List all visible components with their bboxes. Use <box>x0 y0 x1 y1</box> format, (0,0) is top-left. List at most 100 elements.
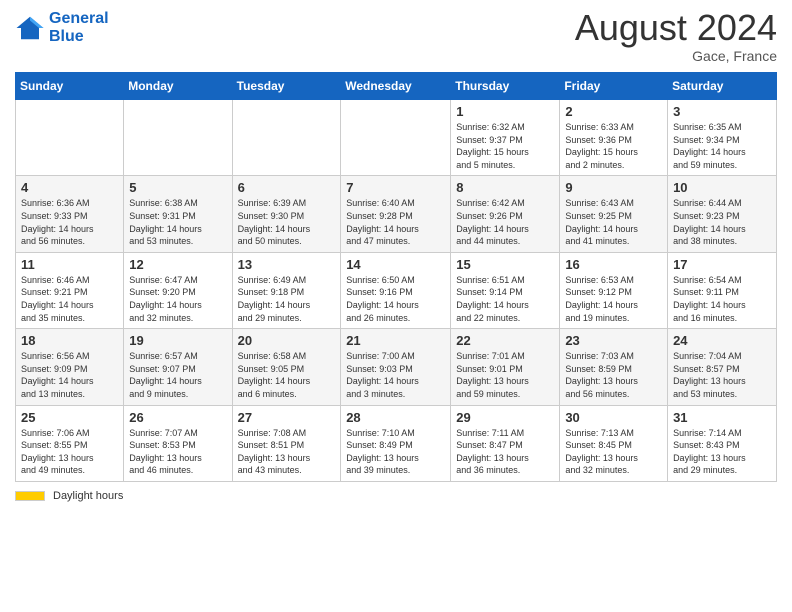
calendar-cell: 11 Sunrise: 6:46 AM Sunset: 9:21 PM Dayli… <box>16 252 124 328</box>
day-info: Sunrise: 6:40 AM Sunset: 9:28 PM Dayligh… <box>346 197 445 247</box>
calendar-cell: 19 Sunrise: 6:57 AM Sunset: 9:07 PM Dayli… <box>124 329 232 405</box>
day-number: 22 <box>456 333 554 348</box>
day-info: Sunrise: 7:14 AM Sunset: 8:43 PM Dayligh… <box>673 427 771 477</box>
day-number: 2 <box>565 104 662 119</box>
calendar-cell: 14Sunrise: 6:50 AM Sunset: 9:16 PM Dayli… <box>341 252 451 328</box>
day-info: Sunrise: 6:38 AM Sunset: 9:31 PM Dayligh… <box>129 197 226 247</box>
calendar-cell: 17 Sunrise: 6:54 AM Sunset: 9:11 PM Dayli… <box>668 252 777 328</box>
calendar-cell: 3Sunrise: 6:35 AM Sunset: 9:34 PM Daylig… <box>668 100 777 176</box>
day-info: Sunrise: 7:10 AM Sunset: 8:49 PM Dayligh… <box>346 427 445 477</box>
day-info: Sunrise: 6:36 AM Sunset: 9:33 PM Dayligh… <box>21 197 118 247</box>
day-number: 16 <box>565 257 662 272</box>
calendar-table: SundayMondayTuesdayWednesdayThursdayFrid… <box>15 72 777 482</box>
day-info: Sunrise: 7:11 AM Sunset: 8:47 PM Dayligh… <box>456 427 554 477</box>
day-info: Sunrise: 6:39 AM Sunset: 9:30 PM Dayligh… <box>238 197 336 247</box>
day-number: 5 <box>129 180 226 195</box>
day-info: Sunrise: 6:57 AM Sunset: 9:07 PM Dayligh… <box>129 350 226 400</box>
weekday-header-row: SundayMondayTuesdayWednesdayThursdayFrid… <box>16 73 777 100</box>
day-info: Sunrise: 7:03 AM Sunset: 8:59 PM Dayligh… <box>565 350 662 400</box>
day-info: Sunrise: 6:51 AM Sunset: 9:14 PM Dayligh… <box>456 274 554 324</box>
day-number: 29 <box>456 410 554 425</box>
day-info: Sunrise: 6:54 AM Sunset: 9:11 PM Dayligh… <box>673 274 771 324</box>
day-info: Sunrise: 7:06 AM Sunset: 8:55 PM Dayligh… <box>21 427 118 477</box>
week-row-5: 25 Sunrise: 7:06 AM Sunset: 8:55 PM Dayli… <box>16 405 777 481</box>
day-number: 6 <box>238 180 336 195</box>
month-year: August 2024 <box>575 10 777 46</box>
calendar-cell: 23 Sunrise: 7:03 AM Sunset: 8:59 PM Dayli… <box>560 329 668 405</box>
day-info: Sunrise: 6:43 AM Sunset: 9:25 PM Dayligh… <box>565 197 662 247</box>
calendar-cell: 27Sunrise: 7:08 AM Sunset: 8:51 PM Dayli… <box>232 405 341 481</box>
day-number: 9 <box>565 180 662 195</box>
logo-line2: Blue <box>49 28 84 45</box>
day-info: Sunrise: 6:50 AM Sunset: 9:16 PM Dayligh… <box>346 274 445 324</box>
day-number: 18 <box>21 333 118 348</box>
day-number: 23 <box>565 333 662 348</box>
calendar-cell: 16 Sunrise: 6:53 AM Sunset: 9:12 PM Dayli… <box>560 252 668 328</box>
calendar-cell: 2 Sunrise: 6:33 AM Sunset: 9:36 PM Daylig… <box>560 100 668 176</box>
week-row-3: 11 Sunrise: 6:46 AM Sunset: 9:21 PM Dayli… <box>16 252 777 328</box>
day-info: Sunrise: 7:00 AM Sunset: 9:03 PM Dayligh… <box>346 350 445 400</box>
day-number: 7 <box>346 180 445 195</box>
calendar-cell: 28Sunrise: 7:10 AM Sunset: 8:49 PM Dayli… <box>341 405 451 481</box>
day-number: 17 <box>673 257 771 272</box>
day-number: 19 <box>129 333 226 348</box>
week-row-1: 1 Sunrise: 6:32 AM Sunset: 9:37 PM Daylig… <box>16 100 777 176</box>
header: General Blue August 2024 Gace, France <box>15 10 777 64</box>
weekday-header-thursday: Thursday <box>451 73 560 100</box>
calendar-cell: 12Sunrise: 6:47 AM Sunset: 9:20 PM Dayli… <box>124 252 232 328</box>
calendar-cell: 26Sunrise: 7:07 AM Sunset: 8:53 PM Dayli… <box>124 405 232 481</box>
title-block: August 2024 Gace, France <box>575 10 777 64</box>
day-number: 20 <box>238 333 336 348</box>
page: General Blue August 2024 Gace, France Su… <box>0 0 792 612</box>
calendar-cell: 9 Sunrise: 6:43 AM Sunset: 9:25 PM Daylig… <box>560 176 668 252</box>
day-info: Sunrise: 6:46 AM Sunset: 9:21 PM Dayligh… <box>21 274 118 324</box>
calendar-cell: 18Sunrise: 6:56 AM Sunset: 9:09 PM Dayli… <box>16 329 124 405</box>
day-number: 24 <box>673 333 771 348</box>
weekday-header-sunday: Sunday <box>16 73 124 100</box>
calendar-cell: 13 Sunrise: 6:49 AM Sunset: 9:18 PM Dayli… <box>232 252 341 328</box>
daylight-bar-icon <box>15 491 45 501</box>
calendar-cell <box>124 100 232 176</box>
calendar-cell: 1 Sunrise: 6:32 AM Sunset: 9:37 PM Daylig… <box>451 100 560 176</box>
calendar-cell: 6 Sunrise: 6:39 AM Sunset: 9:30 PM Daylig… <box>232 176 341 252</box>
calendar-cell: 10Sunrise: 6:44 AM Sunset: 9:23 PM Dayli… <box>668 176 777 252</box>
day-info: Sunrise: 7:04 AM Sunset: 8:57 PM Dayligh… <box>673 350 771 400</box>
weekday-header-wednesday: Wednesday <box>341 73 451 100</box>
calendar-cell: 15 Sunrise: 6:51 AM Sunset: 9:14 PM Dayli… <box>451 252 560 328</box>
day-info: Sunrise: 7:13 AM Sunset: 8:45 PM Dayligh… <box>565 427 662 477</box>
day-info: Sunrise: 6:53 AM Sunset: 9:12 PM Dayligh… <box>565 274 662 324</box>
day-number: 30 <box>565 410 662 425</box>
logo-text: General Blue <box>49 10 109 45</box>
calendar-cell: 31Sunrise: 7:14 AM Sunset: 8:43 PM Dayli… <box>668 405 777 481</box>
week-row-4: 18Sunrise: 6:56 AM Sunset: 9:09 PM Dayli… <box>16 329 777 405</box>
week-row-2: 4Sunrise: 6:36 AM Sunset: 9:33 PM Daylig… <box>16 176 777 252</box>
weekday-header-monday: Monday <box>124 73 232 100</box>
day-info: Sunrise: 7:08 AM Sunset: 8:51 PM Dayligh… <box>238 427 336 477</box>
logo-line1: General <box>49 10 109 27</box>
day-number: 25 <box>21 410 118 425</box>
calendar-cell: 5 Sunrise: 6:38 AM Sunset: 9:31 PM Daylig… <box>124 176 232 252</box>
logo: General Blue <box>15 10 109 45</box>
footer: Daylight hours <box>15 490 777 502</box>
calendar-cell: 7 Sunrise: 6:40 AM Sunset: 9:28 PM Daylig… <box>341 176 451 252</box>
calendar-cell: 8Sunrise: 6:42 AM Sunset: 9:26 PM Daylig… <box>451 176 560 252</box>
day-info: Sunrise: 6:32 AM Sunset: 9:37 PM Dayligh… <box>456 121 554 171</box>
day-number: 11 <box>21 257 118 272</box>
day-info: Sunrise: 6:33 AM Sunset: 9:36 PM Dayligh… <box>565 121 662 171</box>
day-number: 13 <box>238 257 336 272</box>
day-info: Sunrise: 6:49 AM Sunset: 9:18 PM Dayligh… <box>238 274 336 324</box>
calendar-cell: 22Sunrise: 7:01 AM Sunset: 9:01 PM Dayli… <box>451 329 560 405</box>
day-number: 1 <box>456 104 554 119</box>
day-number: 10 <box>673 180 771 195</box>
daylight-label: Daylight hours <box>53 490 123 502</box>
calendar-cell: 25 Sunrise: 7:06 AM Sunset: 8:55 PM Dayli… <box>16 405 124 481</box>
calendar-cell: 4Sunrise: 6:36 AM Sunset: 9:33 PM Daylig… <box>16 176 124 252</box>
day-info: Sunrise: 6:58 AM Sunset: 9:05 PM Dayligh… <box>238 350 336 400</box>
calendar-cell: 30 Sunrise: 7:13 AM Sunset: 8:45 PM Dayli… <box>560 405 668 481</box>
logo-icon <box>15 13 45 43</box>
calendar-cell <box>232 100 341 176</box>
calendar-cell: 24 Sunrise: 7:04 AM Sunset: 8:57 PM Dayli… <box>668 329 777 405</box>
calendar-cell: 21Sunrise: 7:00 AM Sunset: 9:03 PM Dayli… <box>341 329 451 405</box>
day-number: 15 <box>456 257 554 272</box>
calendar-cell: 29 Sunrise: 7:11 AM Sunset: 8:47 PM Dayli… <box>451 405 560 481</box>
